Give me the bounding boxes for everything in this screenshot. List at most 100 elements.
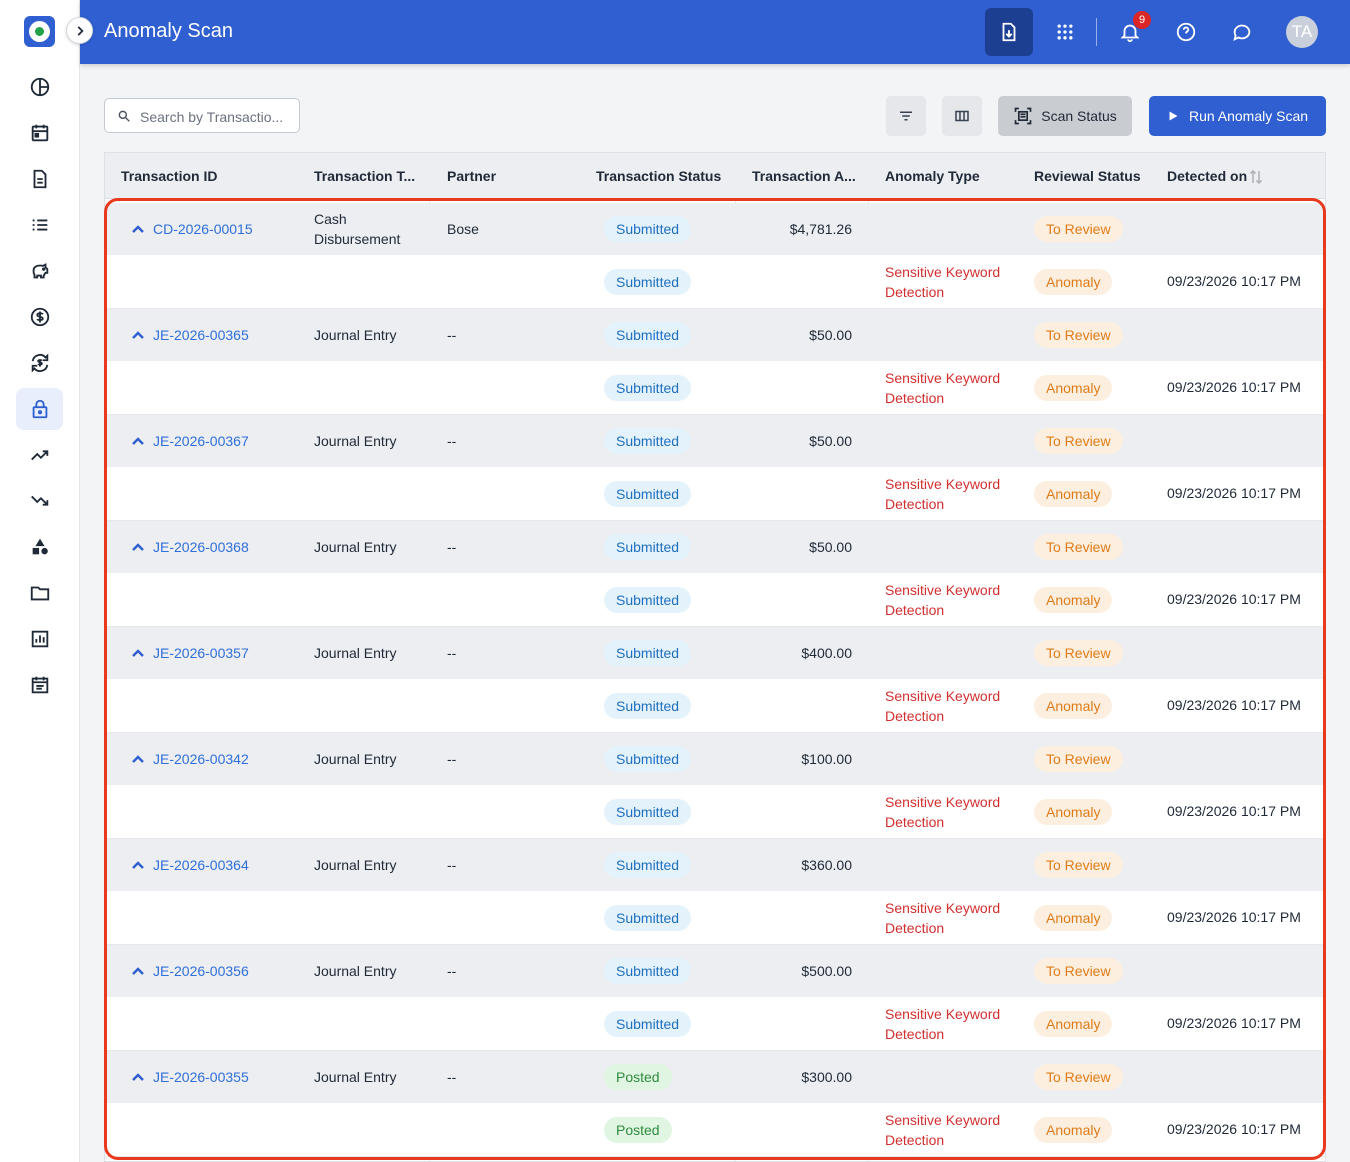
- anomaly-detail-row[interactable]: Submitted Sensitive Keyword Detection Anoma…: [105, 255, 1325, 309]
- transaction-status-badge: Submitted: [604, 322, 692, 348]
- transaction-id-link[interactable]: JE-2026-00364: [153, 857, 249, 873]
- run-anomaly-scan-button[interactable]: Run Anomaly Scan: [1149, 96, 1326, 136]
- partner: --: [447, 1069, 457, 1085]
- table-row[interactable]: JE-2026-00367 Journal Entry -- Submitted $50…: [105, 415, 1325, 467]
- table-row[interactable]: JE-2026-00342 Journal Entry -- Submitted $10…: [105, 733, 1325, 785]
- anomaly-detail-row[interactable]: Submitted Sensitive Keyword Detection Anoma…: [105, 573, 1325, 627]
- transaction-id-link[interactable]: JE-2026-00356: [153, 963, 249, 979]
- columns-button[interactable]: [942, 96, 982, 136]
- anomaly-detail-row[interactable]: Submitted Sensitive Keyword Detection Anoma…: [105, 679, 1325, 733]
- transaction-status-badge: Submitted: [604, 587, 692, 613]
- review-status-badge: Anomaly: [1034, 905, 1113, 931]
- table-row[interactable]: JE-2026-00364 Journal Entry -- Submitted $36…: [105, 839, 1325, 891]
- chevron-up-icon[interactable]: [131, 541, 145, 553]
- calendar-icon: [31, 124, 48, 142]
- anomaly-detail-row[interactable]: Submitted Sensitive Keyword Detection Anoma…: [105, 361, 1325, 415]
- notifications-button[interactable]: 9: [1106, 8, 1154, 56]
- transaction-id-link[interactable]: JE-2026-00357: [153, 645, 249, 661]
- anomaly-detail-row[interactable]: Posted Sensitive Keyword Detection Anomaly 0…: [105, 1103, 1325, 1157]
- table-row[interactable]: JE-2026-00355 Journal Entry -- Posted $300.0…: [105, 1051, 1325, 1103]
- sidebar-item-schedule[interactable]: [16, 664, 63, 706]
- sidebar-item-documents[interactable]: [16, 158, 63, 200]
- sidebar-item-payments[interactable]: [16, 296, 63, 338]
- anomaly-detail-row[interactable]: Submitted Sensitive Keyword Detection Anoma…: [105, 997, 1325, 1051]
- anomaly-type: Sensitive Keyword: [885, 1112, 1001, 1128]
- review-status-badge: To Review: [1034, 428, 1123, 454]
- sidebar-item-trending-up[interactable]: [16, 434, 63, 476]
- header-transaction-amount[interactable]: Transaction A...: [752, 168, 856, 184]
- chevron-up-icon[interactable]: [131, 965, 145, 977]
- anomaly-type: Detection: [885, 284, 945, 300]
- table-row[interactable]: JE-2026-00357 Journal Entry -- Submitted $40…: [105, 627, 1325, 679]
- help-circle-icon: [1176, 22, 1196, 42]
- piggy-bank-icon: [32, 263, 48, 279]
- sidebar-item-security[interactable]: [16, 388, 63, 430]
- pie-chart-icon: [30, 77, 49, 97]
- chevron-up-icon[interactable]: [131, 647, 145, 659]
- transaction-status-badge: Submitted: [604, 799, 692, 825]
- header-anomaly-type[interactable]: Anomaly Type: [885, 168, 980, 184]
- transaction-id-link[interactable]: JE-2026-00365: [153, 327, 249, 343]
- transaction-id-link[interactable]: CD-2026-00015: [153, 221, 253, 237]
- chevron-up-icon[interactable]: [131, 1071, 145, 1083]
- detected-on: 09/23/2026 10:17 PM: [1167, 697, 1301, 713]
- apps-button[interactable]: [1041, 8, 1089, 56]
- chevron-up-icon[interactable]: [131, 329, 145, 341]
- sidebar-item-exchange[interactable]: [16, 342, 63, 384]
- transaction-id-link[interactable]: JE-2026-00355: [153, 1069, 249, 1085]
- scan-status-button[interactable]: Scan Status: [998, 96, 1132, 136]
- anomaly-type: Detection: [885, 1132, 945, 1148]
- header-transaction-type[interactable]: Transaction T...: [314, 168, 415, 184]
- sidebar-item-calendar[interactable]: [16, 112, 63, 154]
- anomaly-type: Sensitive Keyword: [885, 688, 1001, 704]
- header-transaction-status[interactable]: Transaction Status: [596, 168, 721, 184]
- detected-on: 09/23/2026 10:17 PM: [1167, 909, 1301, 925]
- user-avatar[interactable]: TA: [1286, 16, 1318, 48]
- search-input[interactable]: Search by Transactio...: [104, 98, 300, 133]
- sidebar-item-assets[interactable]: [16, 526, 63, 568]
- transaction-id-link[interactable]: JE-2026-00368: [153, 539, 249, 555]
- header-partner[interactable]: Partner: [447, 168, 496, 184]
- trending-down-icon: [30, 495, 48, 506]
- table-row[interactable]: CD-2026-00015 Cash Disbursement Bose Submitt…: [105, 203, 1325, 255]
- chevron-up-icon[interactable]: [131, 753, 145, 765]
- sort-icon[interactable]: [1249, 169, 1263, 185]
- transaction-type: Journal Entry: [314, 645, 397, 661]
- sidebar-item-trending-down[interactable]: [16, 480, 63, 522]
- export-button[interactable]: [985, 8, 1033, 56]
- transaction-type: Disbursement: [314, 231, 401, 247]
- anomaly-detail-row[interactable]: Submitted Sensitive Keyword Detection Anoma…: [105, 785, 1325, 839]
- help-button[interactable]: [1162, 8, 1210, 56]
- transactions-table: Transaction ID Transaction T... Partner …: [104, 152, 1326, 1162]
- anomaly-detail-row[interactable]: Submitted Sensitive Keyword Detection Anoma…: [105, 467, 1325, 521]
- table-row[interactable]: JE-2026-00356 Journal Entry -- Submitted $50…: [105, 945, 1325, 997]
- sidebar-item-reports[interactable]: [16, 618, 63, 660]
- chevron-up-icon[interactable]: [131, 435, 145, 447]
- header-reviewal-status[interactable]: Reviewal Status: [1034, 168, 1141, 184]
- sidebar-item-savings[interactable]: [16, 250, 63, 292]
- chevron-up-icon[interactable]: [131, 859, 145, 871]
- sidebar-toggle-button[interactable]: [66, 17, 93, 44]
- sidebar-item-dashboard[interactable]: [16, 66, 63, 108]
- anomaly-type: Detection: [885, 602, 945, 618]
- chevron-up-icon[interactable]: [131, 223, 145, 235]
- header-transaction-id[interactable]: Transaction ID: [121, 168, 217, 184]
- anomaly-detail-row[interactable]: Submitted Sensitive Keyword Detection Anoma…: [105, 891, 1325, 945]
- sidebar-item-list[interactable]: [16, 204, 63, 246]
- app-logo[interactable]: [24, 16, 55, 47]
- transaction-amount: $100.00: [801, 751, 852, 767]
- sidebar-item-files[interactable]: [16, 572, 63, 614]
- transaction-id-link[interactable]: JE-2026-00367: [153, 433, 249, 449]
- detected-on: 09/23/2026 10:17 PM: [1167, 1015, 1301, 1031]
- chat-button[interactable]: [1218, 8, 1266, 56]
- detected-on: 09/23/2026 10:17 PM: [1167, 803, 1301, 819]
- transaction-status-badge: Submitted: [604, 1011, 692, 1037]
- table-row[interactable]: JE-2026-00365 Journal Entry -- Submitted $50…: [105, 309, 1325, 361]
- table-row[interactable]: JE-2026-00368 Journal Entry -- Submitted $50…: [105, 521, 1325, 573]
- review-status-badge: Anomaly: [1034, 1117, 1113, 1143]
- transaction-id-link[interactable]: JE-2026-00342: [153, 751, 249, 767]
- filter-button[interactable]: [886, 96, 926, 136]
- transaction-type: Journal Entry: [314, 963, 397, 979]
- header-detected-on[interactable]: Detected on: [1167, 168, 1247, 184]
- transaction-type: Journal Entry: [314, 433, 397, 449]
